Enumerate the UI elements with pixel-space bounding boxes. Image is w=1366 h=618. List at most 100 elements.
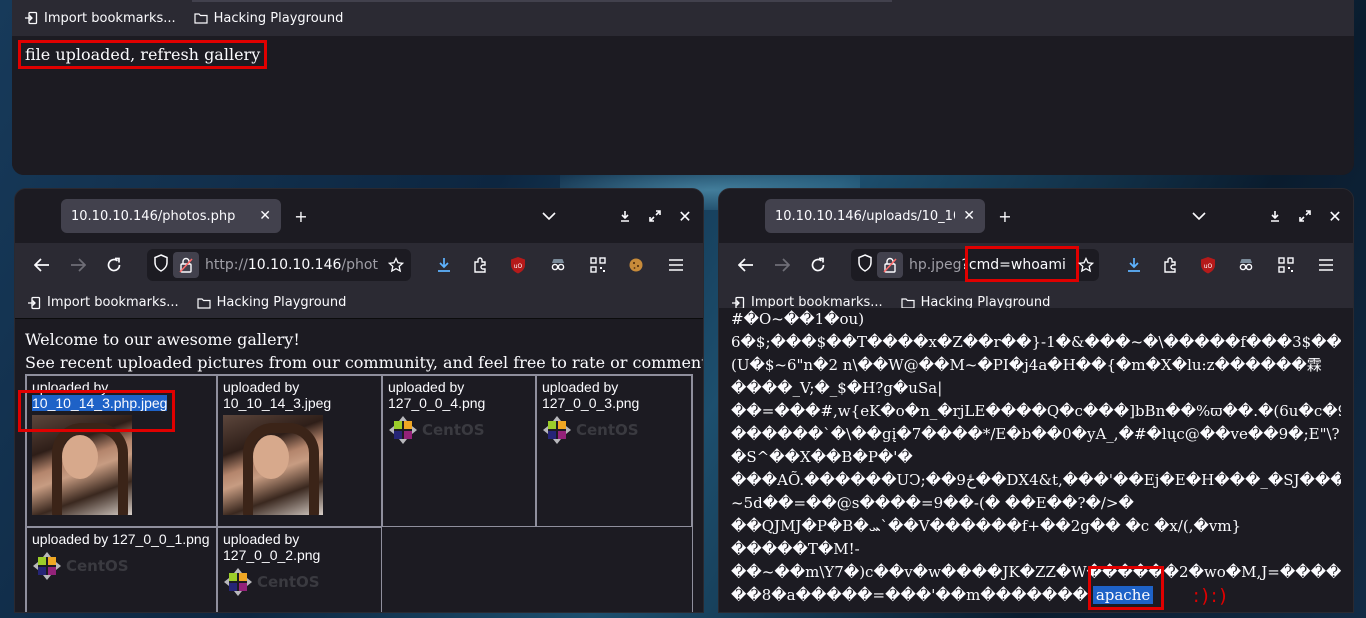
minimize-icon[interactable]	[1265, 205, 1285, 227]
cell-caption: uploaded by	[223, 379, 300, 395]
cell-filename: 127_0_0_2.png	[223, 547, 321, 563]
centos-label: CentOS	[576, 421, 639, 439]
binary-output-page: #�O~��1�ou) 6�$;���$��T����x�Z��r��}-1�&…	[719, 308, 1353, 612]
maximize-icon[interactable]	[1295, 205, 1315, 227]
bookmarks-toolbar: Import bookmarks... Hacking Playground	[12, 0, 1354, 36]
reload-icon[interactable]	[103, 254, 125, 276]
gallery-cell: uploaded by 127_0_0_1.png CentOS	[26, 527, 217, 612]
menu-icon[interactable]	[665, 254, 687, 276]
centos-logo-icon	[388, 415, 418, 445]
insecure-lock-icon[interactable]	[877, 252, 903, 278]
maximize-icon[interactable]	[645, 205, 665, 227]
cell-caption: uploaded by	[542, 379, 619, 395]
navigation-toolbar: hp.jpeg?cmd=whoami uO	[719, 243, 1353, 287]
hacking-playground-folder[interactable]: Hacking Playground	[194, 10, 344, 26]
centos-logo[interactable]: CentOS	[223, 567, 376, 597]
close-tab-icon[interactable]: ✕	[963, 208, 975, 224]
cell-filename: 127_0_0_3.png	[542, 395, 640, 411]
highlight-box-url-query	[965, 246, 1079, 282]
gallery-cell: uploaded by 127_0_0_2.png CentOS	[217, 527, 382, 612]
gallery-cell: uploaded by 127_0_0_4.png CentOS	[382, 375, 536, 527]
url-host: 10.10.10.146	[247, 257, 342, 273]
hacking-playground-label: Hacking Playground	[213, 10, 344, 26]
ublock-origin-icon[interactable]: uO	[507, 254, 529, 276]
downloads-icon[interactable]	[1123, 254, 1145, 276]
downloads-icon[interactable]	[433, 254, 455, 276]
import-bookmarks-item[interactable]: Import bookmarks...	[27, 295, 179, 310]
tab-title: 10.10.10.146/uploads/10_10_1	[775, 208, 955, 224]
svg-text:uO: uO	[1204, 263, 1213, 270]
menu-icon[interactable]	[1315, 254, 1337, 276]
new-tab-icon[interactable]: +	[995, 205, 1015, 227]
highlight-box-filename	[18, 390, 175, 432]
upload-response-page: file uploaded, refresh gallery	[12, 36, 1354, 175]
cell-filename: 127_0_0_4.png	[388, 395, 486, 411]
insecure-lock-icon[interactable]	[173, 252, 199, 278]
firefox-view-icon[interactable]	[29, 205, 49, 227]
url-path: /phot	[341, 257, 378, 273]
cookie-icon[interactable]	[625, 254, 647, 276]
import-bookmarks-label: Import bookmarks...	[47, 295, 179, 310]
back-icon[interactable]	[31, 254, 53, 276]
welcome-heading: Welcome to our awesome gallery!	[25, 330, 300, 349]
gallery-cell: uploaded by 10_10_14_3.jpeg	[217, 375, 382, 527]
url-scheme: http://	[205, 257, 248, 273]
hacking-playground-folder[interactable]: Hacking Playground	[197, 295, 346, 310]
binary-line: ~5d��=��@s����=9��-(� ��E��?�/>�	[731, 494, 1134, 512]
import-bookmarks-item[interactable]: Import bookmarks...	[24, 11, 176, 26]
close-window-icon[interactable]: ✕	[675, 205, 695, 227]
welcome-subtitle: See recent uploaded pictures from our co…	[25, 353, 703, 372]
tab-uploads[interactable]: 10.10.10.146/uploads/10_10_1 ✕	[765, 199, 985, 233]
firefox-view-icon[interactable]	[733, 205, 753, 227]
ublock-origin-icon[interactable]: uO	[1197, 254, 1219, 276]
close-tab-icon[interactable]: ✕	[259, 208, 271, 224]
back-icon[interactable]	[735, 254, 757, 276]
forward-icon[interactable]	[771, 254, 793, 276]
url-text: http://10.10.10.146/phot	[205, 257, 378, 273]
binary-line: ��~��m\Y7�)c��v�w����JK�ZZ�W������2�wo�M…	[731, 563, 1341, 581]
tab-strip-edge	[192, 0, 892, 2]
new-tab-icon[interactable]: +	[291, 205, 311, 227]
binary-line: ��=���#,w{eK�o�n_�rjLE����Q�c���]bBn��%ϖ…	[731, 402, 1341, 420]
gallery-cell: uploaded by 127_0_0_3.png CentOS	[536, 375, 692, 527]
empty-cell	[382, 527, 536, 612]
folder-icon	[194, 11, 208, 25]
list-tabs-chevron-icon[interactable]	[1189, 205, 1209, 227]
uploaded-photo[interactable]	[223, 415, 323, 515]
shield-icon[interactable]	[857, 254, 873, 276]
bookmark-star-icon[interactable]	[385, 254, 407, 276]
import-icon	[27, 296, 41, 310]
cell-filename: 10_10_14_3.jpeg	[223, 395, 332, 411]
binary-line: (U�$~6"n�2 n\��W@��M~�PI�j4a�H��{�m�X�lu…	[731, 356, 1322, 374]
bookmarks-toolbar: Import bookmarks... Hacking Playground	[15, 287, 703, 319]
centos-label: CentOS	[66, 557, 129, 575]
forward-icon[interactable]	[67, 254, 89, 276]
centos-logo[interactable]: CentOS	[542, 415, 686, 445]
minimize-icon[interactable]	[615, 205, 635, 227]
extensions-icon[interactable]	[1159, 254, 1181, 276]
smiley-annotation: :):)	[1193, 585, 1229, 607]
url-bar[interactable]: http://10.10.10.146/phot	[147, 249, 411, 281]
binary-line-last: ��8�a�����=���'��m������� apache	[731, 584, 1341, 607]
spy-extension-icon[interactable]	[547, 254, 569, 276]
top-browser-window: Import bookmarks... Hacking Playground f…	[12, 0, 1354, 175]
import-bookmarks-label: Import bookmarks...	[44, 10, 176, 26]
close-window-icon[interactable]: ✕	[1325, 205, 1345, 227]
shield-icon[interactable]	[153, 254, 169, 276]
centos-label: CentOS	[257, 573, 320, 591]
qr-code-icon[interactable]	[1275, 254, 1297, 276]
bookmark-star-icon[interactable]	[1075, 254, 1097, 276]
binary-line: ��QJMJ�P�B�ܚ`��V������f+��2g�� �c �x/(,�…	[731, 517, 1242, 535]
binary-line: ��8�a�����=���'��m�������	[731, 586, 1089, 604]
binary-line: �����T�M!-	[731, 540, 860, 558]
reload-icon[interactable]	[807, 254, 829, 276]
tab-photos[interactable]: 10.10.10.146/photos.php ✕	[61, 199, 281, 233]
import-icon	[24, 11, 38, 25]
qr-code-icon[interactable]	[587, 254, 609, 276]
centos-logo[interactable]: CentOS	[388, 415, 530, 445]
extensions-icon[interactable]	[469, 254, 491, 276]
centos-logo[interactable]: CentOS	[32, 551, 211, 581]
list-tabs-chevron-icon[interactable]	[539, 205, 559, 227]
spy-extension-icon[interactable]	[1235, 254, 1257, 276]
cell-caption: uploaded by	[223, 531, 300, 547]
